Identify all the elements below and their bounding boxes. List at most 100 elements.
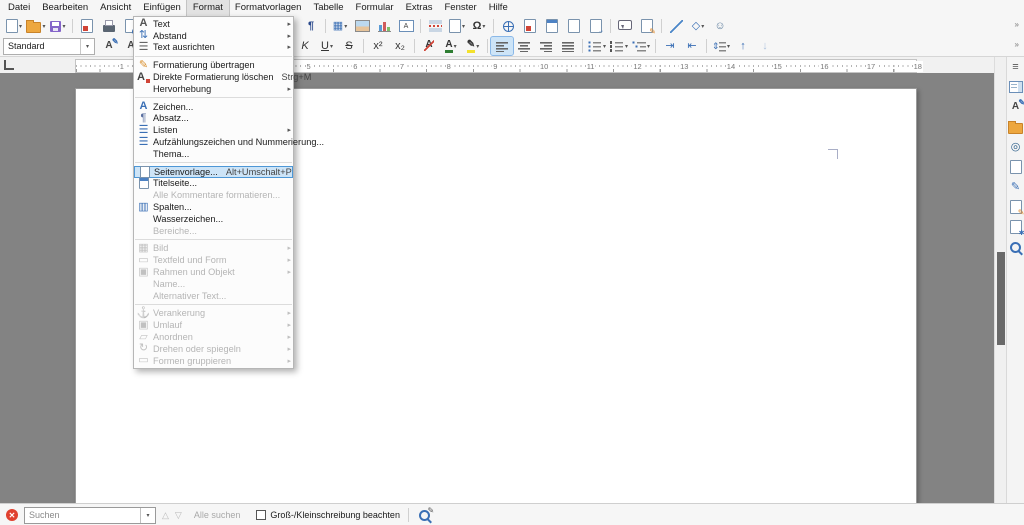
scrollbar-thumb[interactable] (997, 252, 1005, 345)
save-button[interactable] (47, 17, 69, 35)
menu-item-aufzaehlungszeichen[interactable]: ☰Aufzählungszeichen und Nummerierung... (134, 136, 293, 148)
menu-item-alternativer-text[interactable]: Alternativer Text... (134, 290, 293, 302)
align-left-button[interactable] (491, 37, 513, 55)
menubar-item-datei[interactable]: Datei (2, 0, 36, 16)
menu-item-text[interactable]: AText (134, 18, 293, 30)
clear-formatting-button[interactable]: A (418, 37, 440, 55)
insert-endnote-button[interactable] (541, 17, 563, 35)
insert-cross-reference-button[interactable] (585, 17, 607, 35)
close-icon[interactable]: ✕ (6, 509, 18, 521)
chevron-down-icon[interactable]: ▾ (140, 508, 155, 523)
menu-item-alle-kommentare[interactable]: Alle Kommentare formatieren... (134, 189, 293, 201)
increase-indent-button[interactable]: ⇥ (659, 37, 681, 55)
toolbar-overflow-icon[interactable]: » (1015, 40, 1019, 49)
menubar-item-tabelle[interactable]: Tabelle (307, 0, 349, 16)
insert-field-button[interactable] (446, 17, 468, 35)
insert-chart-button[interactable] (373, 17, 395, 35)
basic-shapes-button[interactable]: ◇ (687, 17, 709, 35)
update-style-button[interactable]: A (98, 37, 120, 55)
insert-bookmark-button[interactable] (563, 17, 585, 35)
menu-item-text-ausrichten[interactable]: ☰Text ausrichten (134, 42, 293, 54)
chevron-down-icon[interactable]: ▾ (80, 39, 94, 54)
justify-button[interactable] (557, 37, 579, 55)
menu-item-thema[interactable]: Thema... (134, 148, 293, 160)
menu-item-titelseite[interactable]: Titelseite... (134, 178, 293, 190)
menubar-item-formatvorlagen[interactable]: Formatvorlagen (229, 0, 308, 16)
find-previous-button[interactable]: △ (156, 510, 175, 521)
line-spacing-button[interactable] (710, 37, 732, 55)
tab-stop-selector[interactable] (4, 60, 14, 70)
subscript-button[interactable]: x₂ (389, 37, 411, 55)
insert-page-break-button[interactable] (424, 17, 446, 35)
decrease-indent-button[interactable]: ⇤ (681, 37, 703, 55)
styles-tab[interactable]: A (1008, 99, 1024, 115)
underline-button[interactable]: U (316, 37, 338, 55)
menubar-item-bearbeiten[interactable]: Bearbeiten (36, 0, 94, 16)
align-center-button[interactable] (513, 37, 535, 55)
menu-item-formen-gruppieren[interactable]: ▭Formen gruppieren (134, 355, 293, 367)
find-all-button[interactable]: Alle suchen (194, 510, 241, 520)
menu-item-listen[interactable]: ☰Listen (134, 124, 293, 136)
insert-comment-button[interactable] (614, 17, 636, 35)
menu-item-formatierung-uebertragen[interactable]: ✎Formatierung übertragen (134, 59, 293, 71)
insert-footnote-button[interactable] (519, 17, 541, 35)
menu-item-hervorhebung[interactable]: Hervorhebung (134, 83, 293, 95)
find-tab[interactable] (1008, 239, 1024, 255)
menubar-item-fenster[interactable]: Fenster (439, 0, 483, 16)
menu-item-zeichen[interactable]: AZeichen... (134, 101, 293, 113)
italic-button[interactable]: K (294, 37, 316, 55)
design-tab[interactable] (1008, 219, 1024, 235)
new-document-button[interactable] (3, 17, 25, 35)
menu-item-anordnen[interactable]: ▱Anordnen (134, 331, 293, 343)
menubar-item-formular[interactable]: Formular (350, 0, 400, 16)
menu-item-absatz[interactable]: ¶Absatz... (134, 113, 293, 125)
open-button[interactable] (25, 17, 47, 35)
menu-item-textfeld-und-form[interactable]: ▭Textfeld und Form (134, 254, 293, 266)
unordered-list-button[interactable] (586, 37, 608, 55)
menu-item-umlauf[interactable]: ▣Umlauf (134, 319, 293, 331)
navigator-tab[interactable]: ◎ (1008, 139, 1024, 155)
superscript-button[interactable]: x² (367, 37, 389, 55)
move-paragraph-up-button[interactable]: ↑ (732, 37, 754, 55)
page-tab[interactable] (1008, 159, 1024, 175)
menu-item-drehen-oder-spiegeln[interactable]: ↻Drehen oder spiegeln (134, 343, 293, 355)
menu-item-wasserzeichen[interactable]: Wasserzeichen... (134, 213, 293, 225)
export-pdf-button[interactable] (76, 17, 98, 35)
ordered-list-button[interactable] (608, 37, 630, 55)
move-paragraph-down-button[interactable]: ↓ (754, 37, 776, 55)
menubar-item-extras[interactable]: Extras (400, 0, 439, 16)
symbol-shapes-button[interactable]: ☺ (709, 17, 731, 35)
highlight-color-button[interactable]: ✎ (462, 37, 484, 55)
formatting-marks-button[interactable]: ¶ (300, 17, 322, 35)
outline-list-button[interactable] (630, 37, 652, 55)
menubar-item-hilfe[interactable]: Hilfe (483, 0, 514, 16)
style-inspector-tab[interactable]: ✎ (1008, 179, 1024, 195)
gallery-tab[interactable] (1008, 119, 1024, 135)
manage-changes-tab[interactable] (1008, 199, 1024, 215)
menu-item-name[interactable]: Name... (134, 278, 293, 290)
menu-item-abstand[interactable]: ⇅Abstand (134, 30, 293, 42)
strikethrough-button[interactable]: S (338, 37, 360, 55)
menu-item-bereiche[interactable]: Bereiche... (134, 225, 293, 237)
insert-table-button[interactable]: ▦ (329, 17, 351, 35)
menu-item-direkte-formatierung-loeschen[interactable]: ADirekte Formatierung löschenStrg+M (134, 71, 293, 83)
menubar-item-format[interactable]: Format (187, 0, 229, 16)
paragraph-style-combo[interactable]: Standard ▾ (3, 38, 95, 55)
font-color-button[interactable]: A (440, 37, 462, 55)
menu-item-bild[interactable]: ▦Bild (134, 243, 293, 255)
menubar-item-ansicht[interactable]: Ansicht (94, 0, 137, 16)
search-input[interactable]: Suchen ▾ (24, 507, 156, 524)
insert-special-character-button[interactable]: Ω (468, 17, 490, 35)
insert-line-button[interactable] (665, 17, 687, 35)
match-case-checkbox[interactable] (256, 510, 266, 520)
track-changes-button[interactable] (636, 17, 658, 35)
menubar-item-einfügen[interactable]: Einfügen (137, 0, 187, 16)
properties-tab[interactable] (1008, 79, 1024, 95)
menu-item-verankerung[interactable]: ⚓Verankerung (134, 308, 293, 320)
menu-item-rahmen-und-objekt[interactable]: ▣Rahmen und Objekt (134, 266, 293, 278)
menu-item-spalten[interactable]: ▥Spalten... (134, 201, 293, 213)
insert-hyperlink-button[interactable] (497, 17, 519, 35)
find-next-button[interactable]: ▽ (175, 510, 188, 521)
align-right-button[interactable] (535, 37, 557, 55)
sidebar-settings-tab[interactable]: ≡ (1008, 59, 1024, 75)
